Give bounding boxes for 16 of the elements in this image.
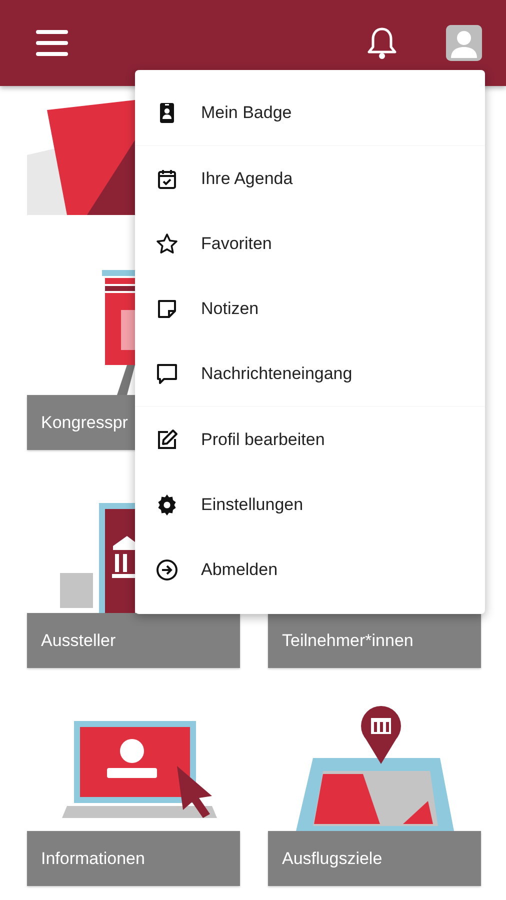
menu-icon[interactable] [36,30,68,56]
chat-bubble-icon [155,362,179,386]
bell-icon[interactable] [366,26,398,60]
tile-label[interactable]: Ausflugsziele [268,831,481,886]
star-icon [155,232,179,256]
tile-label[interactable]: Teilnehmer*innen [268,613,481,668]
menu-item[interactable]: Favoriten [135,211,485,276]
logout-icon [155,558,179,582]
menu-item[interactable]: Ihre Agenda [135,146,485,211]
edit-icon [155,428,179,452]
menu-item[interactable]: Notizen [135,276,485,341]
menu-item[interactable]: Mein Badge [135,80,485,145]
tile-label[interactable]: Informationen [27,831,240,886]
menu-item[interactable]: Abmelden [135,537,485,602]
menu-item[interactable]: Einstellungen [135,472,485,537]
tile-label[interactable]: Aussteller [27,613,240,668]
